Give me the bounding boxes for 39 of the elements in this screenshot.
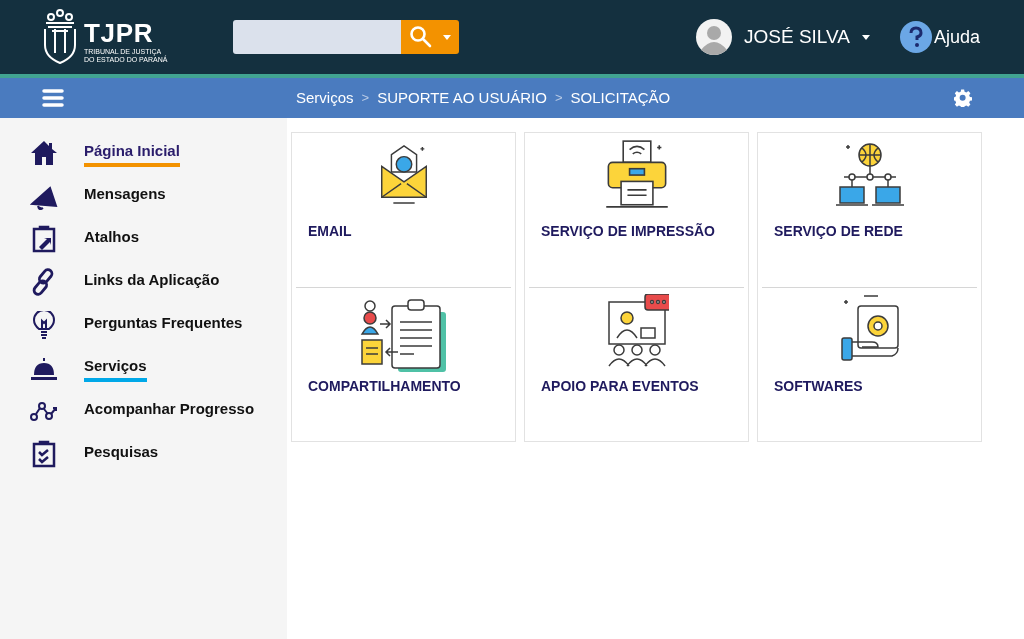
- sidebar-icon: [30, 439, 58, 468]
- shield-logo-icon: [42, 9, 78, 65]
- question-icon: [899, 21, 932, 53]
- sidebar-item[interactable]: Página Inicial: [84, 142, 180, 167]
- sidebar-icon: [30, 310, 58, 339]
- service-tile[interactable]: EMAIL: [296, 133, 511, 287]
- user-name: JOSÉ SILVA: [744, 24, 850, 49]
- avatar-icon: [696, 19, 732, 55]
- sidebar-item[interactable]: Links da Aplicação: [84, 271, 220, 296]
- logo-title: TJPR: [84, 20, 155, 46]
- breadcrumb-separator: >: [361, 89, 370, 108]
- search-field[interactable]: [233, 20, 402, 54]
- breadcrumb-link[interactable]: Serviços: [296, 86, 354, 110]
- menu-icon: [42, 88, 64, 108]
- sidebar-item[interactable]: Atalhos: [84, 228, 139, 253]
- sidebar-icon: [30, 138, 58, 167]
- settings-icon: [954, 89, 972, 107]
- service-tile[interactable]: SERVIÇO DE REDE: [762, 133, 977, 287]
- service-tile[interactable]: APOIO PARA EVENTOS: [529, 287, 744, 441]
- service-tile[interactable]: COMPARTILHAMENTO: [296, 287, 511, 441]
- user-menu[interactable]: JOSÉ SILVA: [696, 19, 870, 55]
- sidebar-item[interactable]: Acompanhar Progresso: [84, 400, 255, 425]
- search-icon: [409, 25, 434, 49]
- service-tile[interactable]: SERVIÇO DE IMPRESSÃO: [529, 133, 744, 287]
- service-tile[interactable]: SOFTWARES: [762, 287, 977, 441]
- caret-icon: [443, 34, 452, 40]
- sidebar-icon: [30, 224, 58, 253]
- sidebar-item[interactable]: Perguntas Frequentes: [84, 314, 243, 339]
- sidebar-item[interactable]: Serviços: [84, 357, 147, 382]
- sidebar-item[interactable]: Pesquisas: [84, 443, 159, 468]
- menu-button[interactable]: [42, 88, 64, 108]
- caret-icon: [861, 34, 870, 40]
- search-button[interactable]: [401, 20, 460, 54]
- breadcrumb-link[interactable]: SUPORTE AO USUÁRIO: [377, 86, 547, 110]
- breadcrumb-separator: >: [554, 89, 563, 108]
- breadcrumb-link[interactable]: SOLICITAÇÃO: [570, 86, 671, 110]
- sidebar-item[interactable]: Mensagens: [84, 185, 166, 210]
- settings-button[interactable]: [954, 89, 972, 107]
- help-button[interactable]: Ajuda: [899, 21, 980, 53]
